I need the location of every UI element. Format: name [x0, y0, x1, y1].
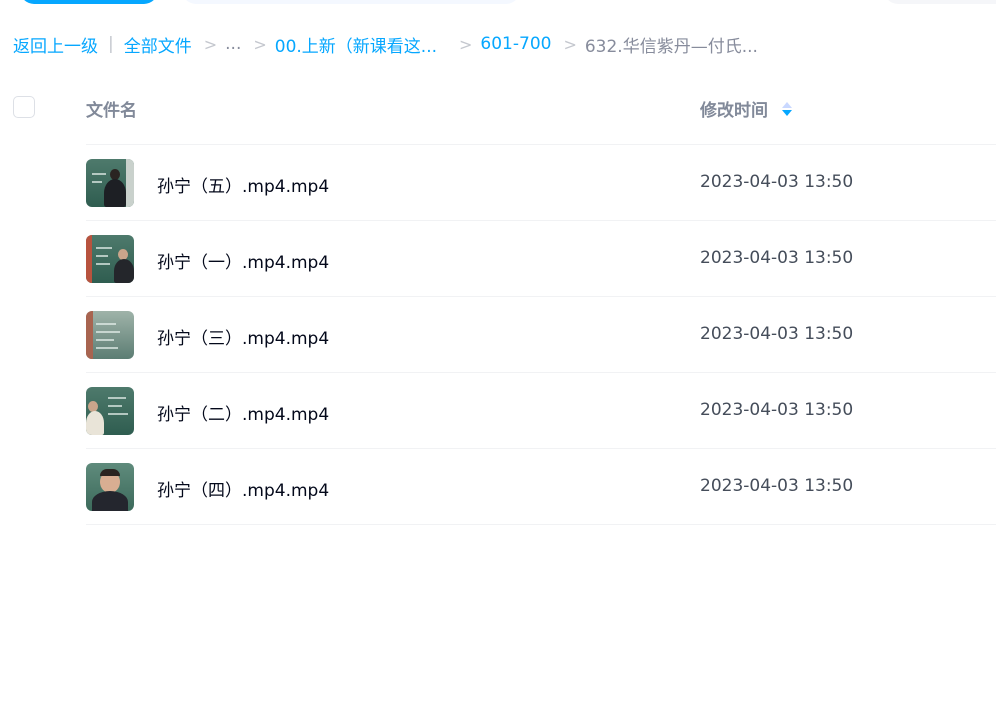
video-thumbnail[interactable] — [86, 159, 134, 207]
file-name[interactable]: 孙宁（五）.mp4.mp4 — [157, 172, 329, 197]
file-list-header: 文件名 修改时间 — [0, 84, 996, 134]
sort-arrows-icon[interactable] — [782, 101, 792, 116]
file-modified-time: 2023-04-03 13:50 — [700, 248, 854, 268]
chevron-right-icon: > — [459, 34, 473, 54]
breadcrumb-current: 632.华信紫丹—付氏... — [584, 36, 758, 57]
file-row[interactable]: 孙宁（一）.mp4.mp4 2023-04-03 13:50 — [86, 221, 996, 297]
column-header-time-label: 修改时间 — [700, 101, 768, 121]
breadcrumb: 返回上一级 | 全部文件 > ... > 00.上新（新课看这... > 601… — [13, 31, 758, 57]
file-row[interactable]: 孙宁（三）.mp4.mp4 2023-04-03 13:50 — [86, 297, 996, 373]
breadcrumb-ellipsis[interactable]: ... — [225, 34, 241, 54]
chevron-right-icon: > — [253, 34, 267, 54]
search-bar[interactable] — [182, 0, 520, 4]
video-thumbnail[interactable] — [86, 463, 134, 511]
back-link[interactable]: 返回上一级 — [13, 32, 98, 57]
file-modified-time: 2023-04-03 13:50 — [700, 476, 854, 496]
file-name[interactable]: 孙宁（三）.mp4.mp4 — [157, 324, 329, 349]
file-name[interactable]: 孙宁（一）.mp4.mp4 — [157, 248, 329, 273]
chevron-right-icon: > — [203, 34, 218, 54]
toolbar-button[interactable] — [884, 0, 996, 4]
file-row[interactable]: 孙宁（五）.mp4.mp4 2023-04-03 13:50 — [86, 145, 996, 221]
breadcrumb-folder-new[interactable]: 00.上新（新课看这... — [275, 32, 437, 57]
select-all-checkbox[interactable] — [13, 96, 35, 118]
column-header-time[interactable]: 修改时间 — [700, 96, 792, 121]
breadcrumb-folder-range[interactable]: 601-700 — [480, 34, 551, 54]
column-header-name[interactable]: 文件名 — [86, 96, 137, 121]
video-thumbnail[interactable] — [86, 235, 134, 283]
file-list: 孙宁（五）.mp4.mp4 2023-04-03 13:50 孙宁（一）.mp4… — [86, 144, 996, 525]
breadcrumb-separator: | — [108, 34, 114, 54]
file-row[interactable]: 孙宁（四）.mp4.mp4 2023-04-03 13:50 — [86, 449, 996, 525]
file-row[interactable]: 孙宁（二）.mp4.mp4 2023-04-03 13:50 — [86, 373, 996, 449]
file-modified-time: 2023-04-03 13:50 — [700, 400, 854, 420]
file-modified-time: 2023-04-03 13:50 — [700, 324, 854, 344]
upload-button[interactable] — [20, 0, 158, 4]
video-thumbnail[interactable] — [86, 387, 134, 435]
file-name[interactable]: 孙宁（二）.mp4.mp4 — [157, 400, 329, 425]
file-name[interactable]: 孙宁（四）.mp4.mp4 — [157, 476, 329, 501]
chevron-right-icon: > — [563, 34, 577, 54]
video-thumbnail[interactable] — [86, 311, 134, 359]
breadcrumb-all-files[interactable]: 全部文件 — [124, 32, 192, 57]
file-modified-time: 2023-04-03 13:50 — [700, 172, 854, 192]
